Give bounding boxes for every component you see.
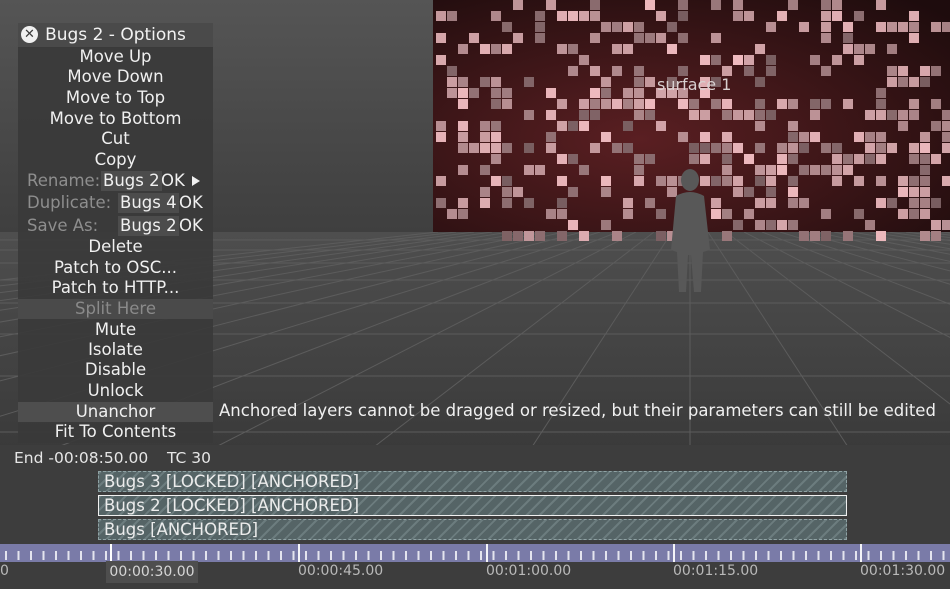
ruler-tick-label: 00:01:30.00 <box>860 563 946 579</box>
layer-bugs-3[interactable]: Bugs 3 [LOCKED] [ANCHORED] <box>98 471 847 492</box>
layer-bugs[interactable]: Bugs [ANCHORED] <box>98 519 847 540</box>
ruler-ticks <box>5 544 945 562</box>
unanchor-item[interactable]: Unanchor <box>18 402 213 422</box>
duplicate-label: Duplicate: <box>27 193 112 212</box>
patch-http-item[interactable]: Patch to HTTP... <box>18 278 213 298</box>
ruler-bar[interactable] <box>0 544 950 562</box>
ruler-tick-label: 00:01:15.00 <box>673 563 759 579</box>
tc-label: TC 30 <box>167 449 212 467</box>
cut-item[interactable]: Cut <box>18 129 213 149</box>
layer-options-menu: ✕ Bugs 2 - Options Move Up Move Down Mov… <box>18 23 213 443</box>
ruler-start-label: 0 <box>0 563 9 579</box>
duplicate-ok-button[interactable]: OK <box>179 192 203 214</box>
unanchor-tooltip: Anchored layers cannot be dragged or res… <box>219 401 936 420</box>
move-up-item[interactable]: Move Up <box>18 47 213 67</box>
disable-item[interactable]: Disable <box>18 360 213 380</box>
move-to-top-item[interactable]: Move to Top <box>18 88 213 108</box>
duplicate-input[interactable]: Bugs 4 <box>118 193 179 213</box>
playhead-time: 00:00:30.00 <box>106 561 198 583</box>
close-icon[interactable]: ✕ <box>21 26 38 43</box>
ruler-tick-label: 00:01:00.00 <box>486 563 572 579</box>
duplicate-row: Duplicate: Bugs 4 OK <box>18 192 213 214</box>
rename-arrow-icon[interactable] <box>192 176 200 186</box>
save-as-label: Save As: <box>27 216 99 235</box>
split-here-item: Split Here <box>18 299 213 319</box>
move-down-item[interactable]: Move Down <box>18 67 213 87</box>
rename-row: Rename: Bugs 2 OK <box>18 170 213 192</box>
save-as-row: Save As: Bugs 2 OK <box>18 215 213 237</box>
menu-title: ✕ Bugs 2 - Options <box>18 23 213 48</box>
isolate-item[interactable]: Isolate <box>18 340 213 360</box>
ruler-tick-label: 00:00:45.00 <box>298 563 384 579</box>
rename-label: Rename: <box>27 171 101 190</box>
move-to-bottom-item[interactable]: Move to Bottom <box>18 109 213 129</box>
mute-item[interactable]: Mute <box>18 320 213 340</box>
copy-item[interactable]: Copy <box>18 150 213 170</box>
time-ruler[interactable]: 0 00:00:30.00 00:00:45.00 00:01:00.00 00… <box>0 544 950 589</box>
surface-label: surface 1 <box>657 75 732 94</box>
end-time-label: End -00:08:50.00 <box>14 449 149 467</box>
unlock-item[interactable]: Unlock <box>18 381 213 401</box>
menu-title-text: Bugs 2 - Options <box>45 25 186 45</box>
save-as-input[interactable]: Bugs 2 <box>118 216 179 236</box>
rename-input[interactable]: Bugs 2 <box>101 171 162 191</box>
patch-osc-item[interactable]: Patch to OSC... <box>18 258 213 278</box>
layer-bugs-2[interactable]: Bugs 2 [LOCKED] [ANCHORED] <box>98 495 847 516</box>
fit-to-contents-item[interactable]: Fit To Contents <box>18 422 213 442</box>
save-as-ok-button[interactable]: OK <box>179 215 203 237</box>
delete-item[interactable]: Delete <box>18 237 213 257</box>
rename-ok-button[interactable]: OK <box>161 170 185 192</box>
